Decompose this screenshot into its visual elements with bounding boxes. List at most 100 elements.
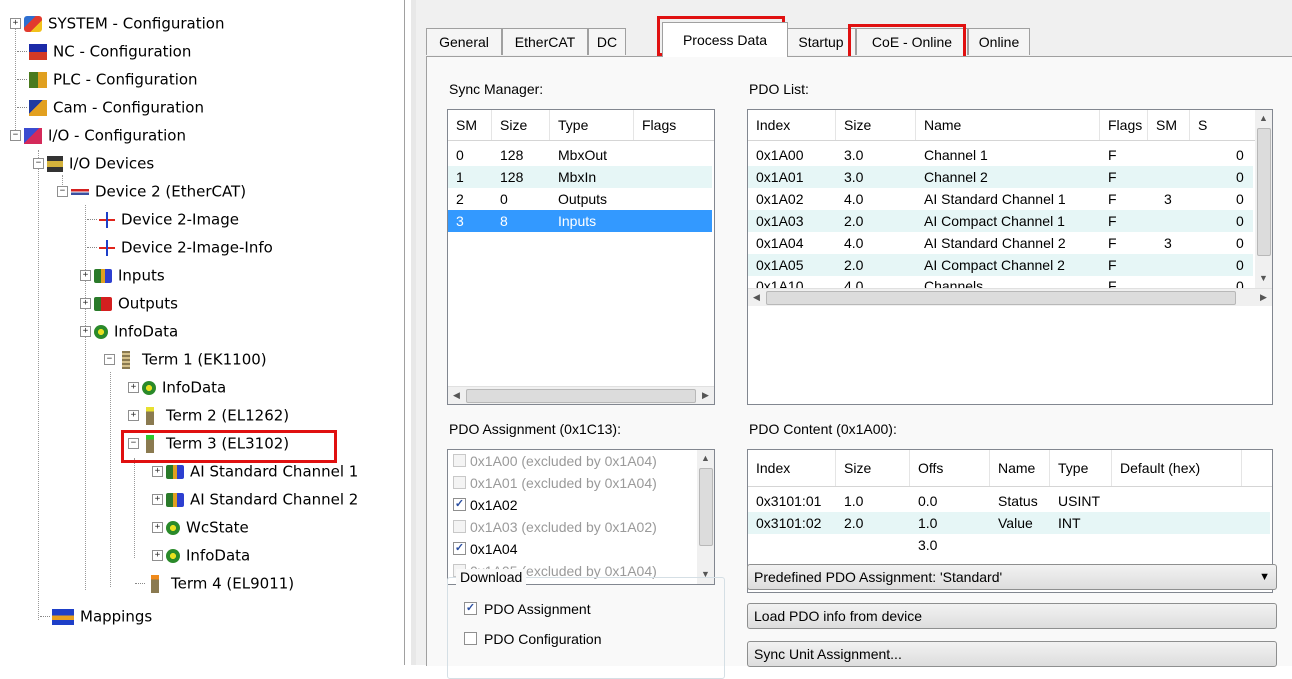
column-header[interactable]: Type xyxy=(550,110,634,140)
table-row[interactable]: 0x1A03 2.0 AI Compact Channel 1 F 0 xyxy=(748,210,1253,232)
predefined-pdo-assignment-dropdown[interactable]: Predefined PDO Assignment: 'Standard' ▼ xyxy=(747,564,1277,590)
scroll-right-icon[interactable]: ▶ xyxy=(697,387,714,404)
collapse-icon[interactable]: − xyxy=(33,158,44,169)
expand-icon[interactable]: + xyxy=(152,494,163,505)
tree-item-outputs[interactable]: + Outputs xyxy=(80,290,178,316)
tree-item-device2-image-info[interactable]: Device 2-Image-Info xyxy=(87,234,273,260)
scroll-up-icon[interactable]: ▲ xyxy=(1255,110,1272,127)
tab-process-data[interactable]: Process Data xyxy=(662,22,788,57)
expand-icon[interactable]: + xyxy=(152,466,163,477)
scroll-thumb[interactable] xyxy=(766,291,1236,305)
column-header[interactable]: Name xyxy=(916,110,1100,140)
column-header[interactable]: Offs xyxy=(910,450,990,486)
expand-icon[interactable]: + xyxy=(80,298,91,309)
checkbox[interactable] xyxy=(453,520,466,533)
column-header[interactable]: SM xyxy=(448,110,492,140)
column-header[interactable]: Index xyxy=(748,110,836,140)
expand-icon[interactable]: + xyxy=(80,326,91,337)
column-header[interactable]: Index xyxy=(748,450,836,486)
scroll-thumb[interactable] xyxy=(466,389,696,403)
expand-icon[interactable]: + xyxy=(152,550,163,561)
tree-item-term1-infodata[interactable]: + InfoData xyxy=(128,374,226,400)
scroll-left-icon[interactable]: ◀ xyxy=(748,289,765,306)
checkbox[interactable] xyxy=(453,454,466,467)
tree-item-device2-image[interactable]: Device 2-Image xyxy=(87,206,239,232)
column-header[interactable]: Flags xyxy=(634,110,714,140)
tree-item-system[interactable]: + SYSTEM - Configuration xyxy=(10,10,224,36)
horizontal-scrollbar[interactable]: ◀ ▶ xyxy=(448,386,714,404)
scroll-thumb[interactable] xyxy=(1257,128,1271,256)
collapse-icon[interactable]: − xyxy=(57,186,68,197)
pdo-assignment-item[interactable]: ✓ 0x1A02 xyxy=(448,494,696,516)
sync-manager-list[interactable]: SM Size Type Flags 0 128 MbxOut 1 128 Mb… xyxy=(447,109,715,405)
collapse-icon[interactable]: − xyxy=(104,354,115,365)
vertical-scrollbar[interactable]: ▲ ▼ xyxy=(697,450,714,584)
sync-unit-assignment-button[interactable]: Sync Unit Assignment... xyxy=(747,641,1277,667)
tree-item-term2[interactable]: + Term 2 (EL1262) xyxy=(128,402,289,428)
column-header[interactable]: S xyxy=(1190,110,1230,140)
pdo-assignment-item[interactable]: 0x1A01 (excluded by 0x1A04) xyxy=(448,472,696,494)
table-row[interactable]: 0x3101:02 2.0 1.0 Value INT xyxy=(748,512,1270,534)
column-header[interactable]: Name xyxy=(990,450,1050,486)
tree-item-ai-std-ch2[interactable]: + AI Standard Channel 2 xyxy=(152,486,358,512)
expand-icon[interactable]: + xyxy=(80,270,91,281)
scroll-right-icon[interactable]: ▶ xyxy=(1255,289,1272,306)
checkbox-checked[interactable]: ✓ xyxy=(453,542,466,555)
pdo-assignment-item[interactable]: 0x1A03 (excluded by 0x1A02) xyxy=(448,516,696,538)
tab-general[interactable]: General xyxy=(426,28,502,55)
table-row[interactable]: 0x1A05 2.0 AI Compact Channel 2 F 0 xyxy=(748,254,1253,276)
expand-icon[interactable]: + xyxy=(10,18,21,29)
tree-item-nc[interactable]: NC - Configuration xyxy=(17,38,191,64)
table-row[interactable]: 0x1A04 4.0 AI Standard Channel 2 F 3 0 xyxy=(748,232,1253,254)
column-header[interactable]: Default (hex) xyxy=(1112,450,1242,486)
tree-item-wcstate[interactable]: + WcState xyxy=(152,514,249,540)
scroll-left-icon[interactable]: ◀ xyxy=(448,387,465,404)
scroll-thumb[interactable] xyxy=(699,468,713,546)
table-row[interactable]: 0x3101:01 1.0 0.0 Status USINT xyxy=(748,490,1270,512)
checkbox[interactable] xyxy=(464,632,477,645)
checkbox[interactable] xyxy=(453,476,466,489)
pdo-assignment-item[interactable]: ✓ 0x1A04 xyxy=(448,538,696,560)
horizontal-scrollbar[interactable]: ◀ ▶ xyxy=(748,288,1272,306)
vertical-scrollbar[interactable]: ▲ ▼ xyxy=(1255,110,1272,288)
expand-icon[interactable]: + xyxy=(152,522,163,533)
table-row[interactable]: 3.0 xyxy=(748,534,1270,556)
pdo-assignment-list[interactable]: 0x1A00 (excluded by 0x1A04) 0x1A01 (excl… xyxy=(447,449,715,585)
column-header[interactable]: Size xyxy=(836,110,916,140)
collapse-icon[interactable]: − xyxy=(10,130,21,141)
column-header[interactable]: Flags xyxy=(1100,110,1148,140)
tree-item-io[interactable]: − I/O - Configuration xyxy=(10,122,186,148)
tree-item-infodata[interactable]: + InfoData xyxy=(80,318,178,344)
tab-ethercat[interactable]: EtherCAT xyxy=(502,28,588,55)
tree-item-device2[interactable]: − Device 2 (EtherCAT) xyxy=(57,178,246,204)
load-pdo-info-button[interactable]: Load PDO info from device xyxy=(747,603,1277,629)
tree-item-term3-infodata[interactable]: + InfoData xyxy=(152,542,250,568)
tree-item-term1[interactable]: − Term 1 (EK1100) xyxy=(104,346,267,372)
table-row[interactable]: 0x1A00 3.0 Channel 1 F 0 xyxy=(748,144,1253,166)
scroll-down-icon[interactable]: ▼ xyxy=(1255,270,1272,287)
tree-item-mappings[interactable]: Mappings xyxy=(40,603,152,629)
tab-startup[interactable]: Startup xyxy=(786,28,856,55)
pdo-assignment-item[interactable]: 0x1A00 (excluded by 0x1A04) xyxy=(448,450,696,472)
table-row[interactable]: 0x1A02 4.0 AI Standard Channel 1 F 3 0 xyxy=(748,188,1253,210)
pdo-list[interactable]: Index Size Name Flags SM S 0x1A00 3.0 Chan… xyxy=(747,109,1273,405)
table-row[interactable]: 2 0 Outputs xyxy=(448,188,712,210)
tree-item-term4[interactable]: Term 4 (EL9011) xyxy=(135,570,294,596)
scroll-up-icon[interactable]: ▲ xyxy=(697,450,714,467)
table-row[interactable]: 1 128 MbxIn xyxy=(448,166,712,188)
table-row[interactable]: 0 128 MbxOut xyxy=(448,144,712,166)
table-row-selected[interactable]: 3 8 Inputs xyxy=(448,210,712,232)
expand-icon[interactable]: + xyxy=(128,382,139,393)
splitter[interactable] xyxy=(404,0,411,665)
column-header[interactable]: Size xyxy=(492,110,550,140)
column-header[interactable]: SM xyxy=(1148,110,1190,140)
expand-icon[interactable]: + xyxy=(128,410,139,421)
tree-item-cam[interactable]: Cam - Configuration xyxy=(17,94,204,120)
tree-item-io-devices[interactable]: − I/O Devices xyxy=(33,150,154,176)
checkbox-checked[interactable]: ✓ xyxy=(453,498,466,511)
tree-item-inputs[interactable]: + Inputs xyxy=(80,262,165,288)
tab-dc[interactable]: DC xyxy=(588,28,626,55)
checkbox-checked[interactable]: ✓ xyxy=(464,602,477,615)
tab-online[interactable]: Online xyxy=(968,28,1030,55)
column-header[interactable]: Size xyxy=(836,450,910,486)
